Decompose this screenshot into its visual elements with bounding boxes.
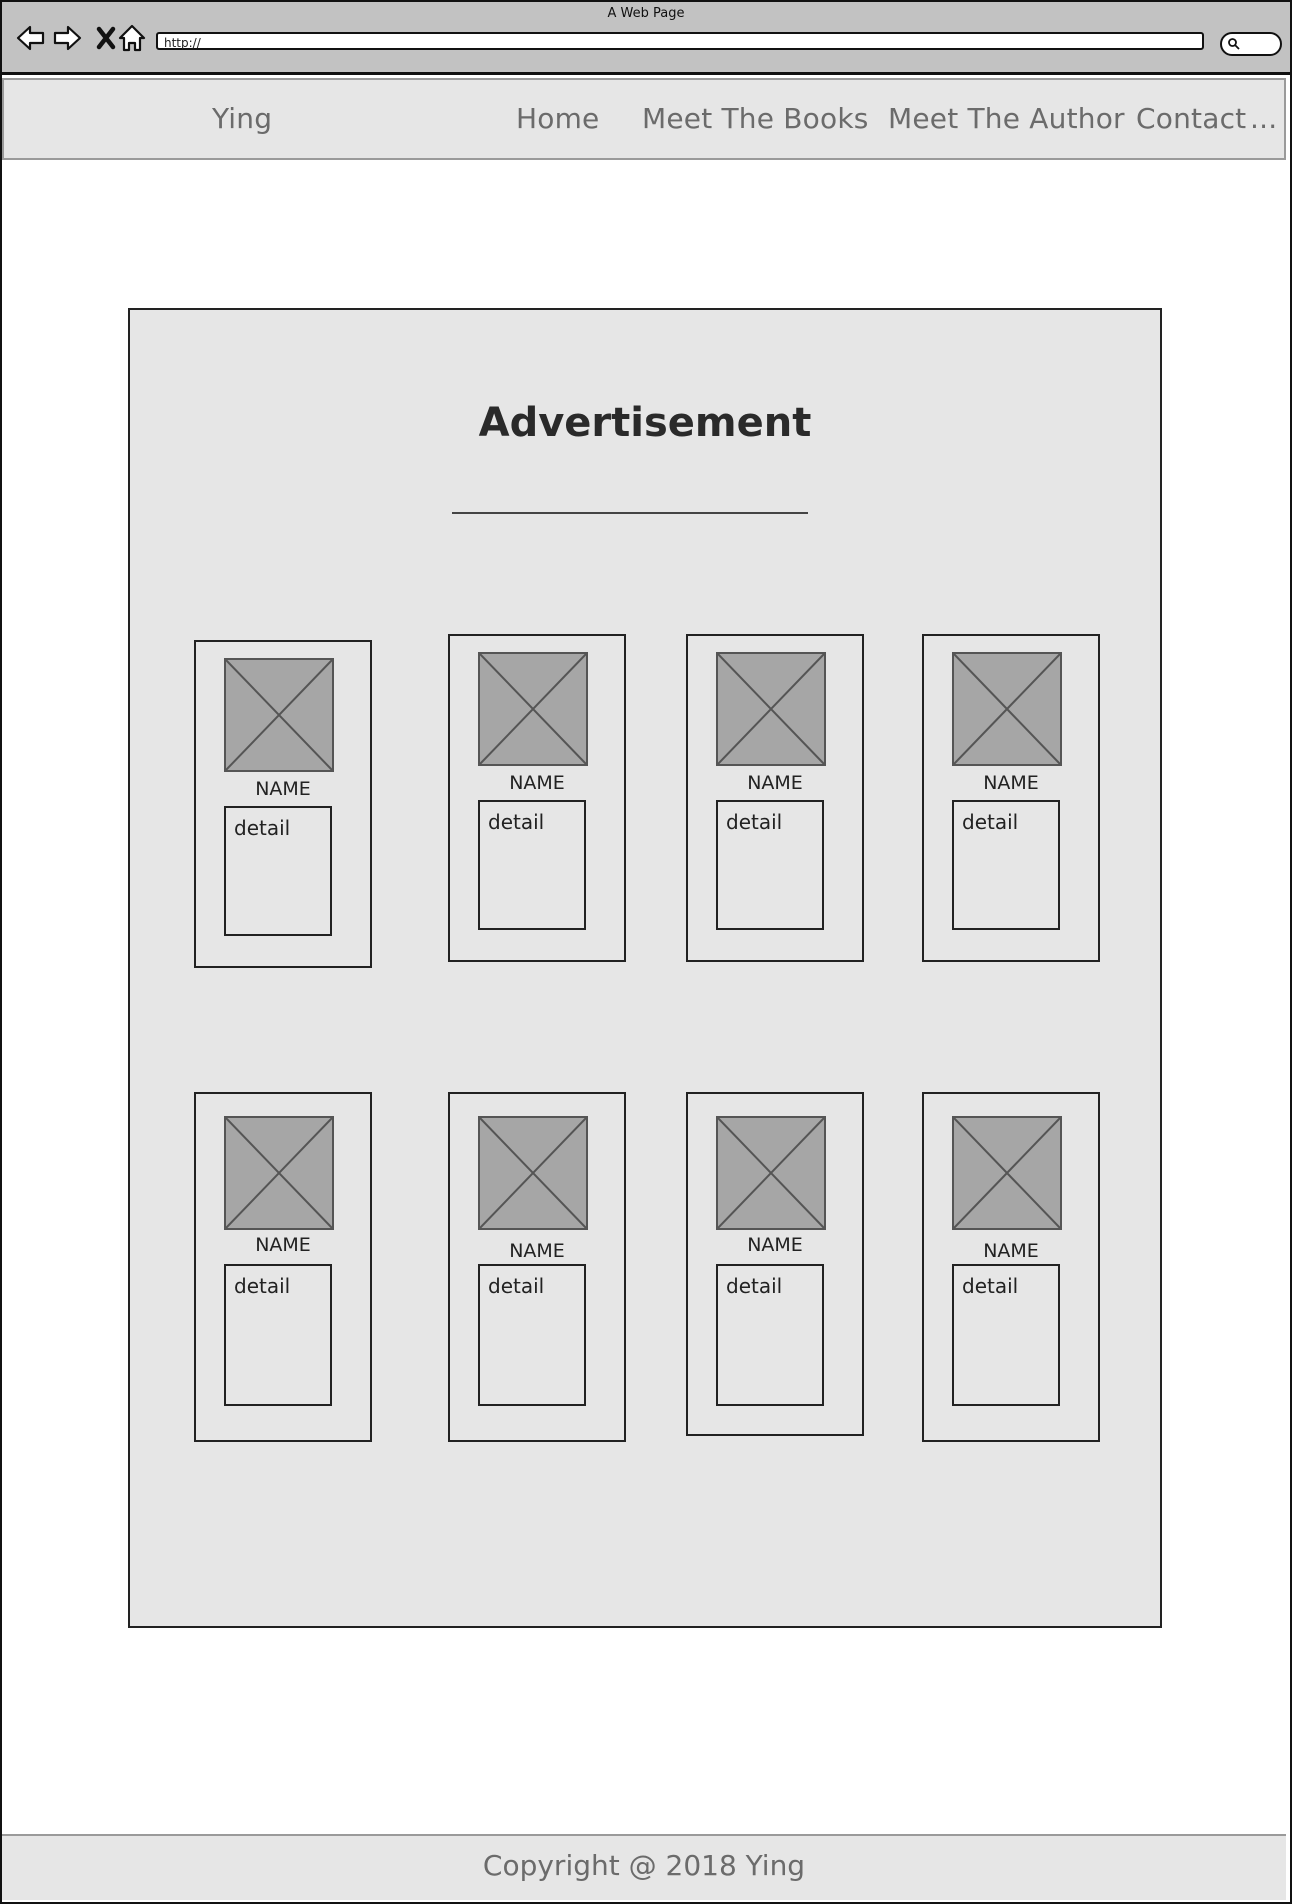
site-footer: Copyright @ 2018 Ying	[2, 1834, 1286, 1900]
card-detail-text: detail	[726, 1274, 783, 1298]
card-detail-box: detail	[952, 800, 1060, 930]
brand-logo-text[interactable]: Ying	[212, 102, 272, 135]
image-placeholder-icon	[224, 658, 334, 772]
home-icon[interactable]	[116, 22, 148, 54]
card-detail-box: detail	[716, 800, 824, 930]
card-name: NAME	[747, 772, 803, 794]
card-detail-box: detail	[716, 1264, 824, 1406]
advertisement-panel: Advertisement NAME detail NAME detail NA…	[128, 308, 1162, 1628]
image-placeholder-icon	[716, 1116, 826, 1230]
card-name: NAME	[255, 1234, 311, 1256]
nav-link-home[interactable]: Home	[516, 102, 600, 135]
url-input[interactable]: http://	[156, 32, 1204, 50]
product-card[interactable]: NAME detail	[448, 634, 626, 962]
image-placeholder-icon	[478, 652, 588, 766]
product-card[interactable]: NAME detail	[686, 1092, 864, 1436]
card-name: NAME	[747, 1234, 803, 1256]
site-navbar: Ying Home Meet The Books Meet The Author…	[2, 78, 1286, 160]
product-card[interactable]: NAME detail	[922, 1092, 1100, 1442]
card-detail-text: detail	[234, 1274, 291, 1298]
card-name: NAME	[255, 778, 311, 800]
product-card[interactable]: NAME detail	[448, 1092, 626, 1442]
copyright-text: Copyright @ 2018 Ying	[482, 1849, 806, 1882]
card-detail-text: detail	[234, 816, 291, 840]
back-arrow-icon[interactable]	[14, 22, 46, 54]
card-detail-box: detail	[224, 1264, 332, 1406]
card-detail-box: detail	[478, 800, 586, 930]
card-name: NAME	[509, 772, 565, 794]
card-detail-box: detail	[224, 806, 332, 936]
window-title: A Web Page	[607, 6, 685, 21]
nav-link-meet-the-books[interactable]: Meet The Books	[642, 102, 869, 135]
image-placeholder-icon	[716, 652, 826, 766]
card-detail-text: detail	[962, 1274, 1019, 1298]
image-placeholder-icon	[478, 1116, 588, 1230]
forward-arrow-icon[interactable]	[52, 22, 84, 54]
nav-link-meet-the-author[interactable]: Meet The Author	[888, 102, 1125, 135]
product-card[interactable]: NAME detail	[686, 634, 864, 962]
card-detail-text: detail	[962, 810, 1019, 834]
card-name: NAME	[509, 1240, 565, 1262]
search-box[interactable]	[1220, 32, 1282, 56]
card-name: NAME	[983, 1240, 1039, 1262]
browser-toolbar: A Web Page http://	[2, 2, 1290, 75]
card-detail-text: detail	[726, 810, 783, 834]
panel-title: Advertisement	[478, 400, 812, 446]
image-placeholder-icon	[952, 1116, 1062, 1230]
title-divider	[452, 512, 808, 514]
product-card[interactable]: NAME detail	[922, 634, 1100, 962]
card-detail-box: detail	[478, 1264, 586, 1406]
card-detail-box: detail	[952, 1264, 1060, 1406]
product-card[interactable]: NAME detail	[194, 640, 372, 968]
card-detail-text: detail	[488, 810, 545, 834]
product-card[interactable]: NAME detail	[194, 1092, 372, 1442]
image-placeholder-icon	[952, 652, 1062, 766]
search-icon	[1228, 38, 1240, 50]
nav-more-menu[interactable]: ...	[1250, 102, 1277, 135]
nav-link-contact[interactable]: Contact	[1136, 102, 1246, 135]
image-placeholder-icon	[224, 1116, 334, 1230]
card-detail-text: detail	[488, 1274, 545, 1298]
card-name: NAME	[983, 772, 1039, 794]
